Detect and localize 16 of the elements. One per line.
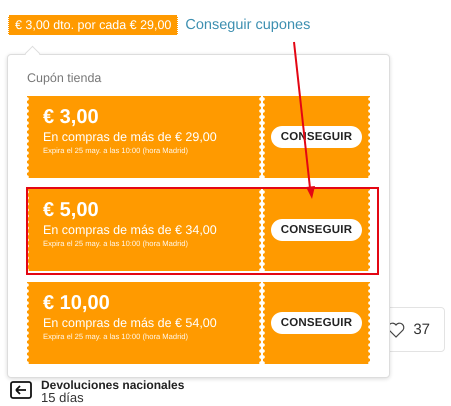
get-coupons-link[interactable]: Conseguir cupones	[185, 17, 310, 33]
discount-badge: € 3,00 dto. por cada € 29,00	[8, 15, 178, 35]
coupon-condition: En compras de más de € 34,00	[43, 222, 218, 238]
coupon-amount: € 10,00	[43, 291, 111, 315]
coupon-amount: € 5,00	[43, 198, 100, 222]
coupon-amount: € 3,00	[43, 105, 100, 129]
return-icon	[10, 381, 32, 399]
popup-title: Cupón tienda	[27, 70, 102, 86]
coupon-condition: En compras de más de € 29,00	[43, 129, 218, 145]
coupon-condition: En compras de más de € 54,00	[43, 315, 218, 331]
returns-detail: 15 días	[41, 391, 85, 405]
heart-icon	[387, 322, 406, 338]
get-coupon-button[interactable]: CONSEGUIR	[270, 219, 362, 241]
get-coupon-button[interactable]: CONSEGUIR	[270, 312, 362, 334]
returns-title: Devoluciones nacionales	[41, 379, 184, 391]
wishlist-count: 37	[413, 321, 430, 338]
